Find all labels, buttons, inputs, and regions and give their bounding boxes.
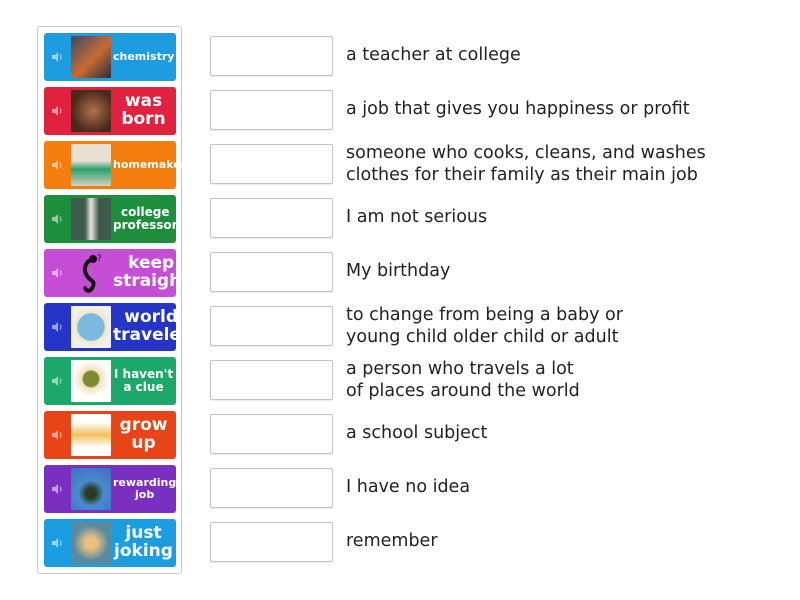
word-tile[interactable]: ? keep straight bbox=[44, 249, 189, 297]
word-tile[interactable]: grow up bbox=[44, 411, 176, 459]
drop-slot[interactable] bbox=[210, 522, 333, 562]
definition-text: remember bbox=[346, 531, 438, 551]
speaker-icon[interactable] bbox=[51, 429, 63, 441]
drop-slot[interactable] bbox=[210, 90, 333, 130]
drop-slot[interactable] bbox=[210, 144, 333, 184]
definition-text: a job that gives you happiness or profit bbox=[346, 99, 690, 119]
drop-slot[interactable] bbox=[210, 306, 333, 346]
word-tile[interactable]: I haven't a clue bbox=[44, 357, 176, 405]
definition-text: a school subject bbox=[346, 423, 488, 443]
baby-photo bbox=[71, 90, 111, 132]
tile-label: I haven't a clue bbox=[113, 367, 174, 394]
word-tile[interactable]: college professor bbox=[44, 195, 178, 243]
definition-text: a teacher at college bbox=[346, 45, 521, 65]
growth-stages-cartoon bbox=[71, 414, 111, 456]
definition-text: to change from being a baby or young chi… bbox=[346, 305, 623, 347]
tile-label: grow up bbox=[119, 415, 168, 453]
drop-slot[interactable] bbox=[210, 252, 333, 292]
speaker-icon[interactable] bbox=[51, 51, 63, 63]
speaker-icon[interactable] bbox=[51, 483, 63, 495]
definition-text: someone who cooks, cleans, and washes cl… bbox=[346, 143, 706, 185]
tile-label: just joking bbox=[114, 523, 173, 561]
globe-logo bbox=[71, 306, 111, 348]
definition-text: I am not serious bbox=[346, 207, 488, 227]
drop-slot[interactable] bbox=[210, 198, 333, 238]
drop-slot[interactable] bbox=[210, 360, 333, 400]
word-tile[interactable]: homemaker bbox=[44, 141, 186, 189]
speaker-icon[interactable] bbox=[51, 267, 63, 279]
tile-label: homemaker bbox=[113, 158, 187, 172]
tile-label: keep straight bbox=[113, 253, 190, 291]
thinking-figure-icon: ? bbox=[71, 252, 111, 294]
drop-slot[interactable] bbox=[210, 36, 333, 76]
definition-text: I have no idea bbox=[346, 477, 471, 497]
word-tile[interactable]: rewarding job bbox=[44, 465, 176, 513]
drop-slot[interactable] bbox=[210, 468, 333, 508]
speaker-icon[interactable] bbox=[51, 213, 63, 225]
tile-label: world traveler bbox=[113, 307, 190, 345]
definition-text: My birthday bbox=[346, 261, 451, 281]
word-tile[interactable]: was born bbox=[44, 87, 176, 135]
tile-label: college professor bbox=[113, 205, 178, 232]
tile-label: rewarding job bbox=[113, 476, 177, 501]
professor-photo bbox=[71, 198, 111, 240]
answer-tray: chemistry was born homemaker college profes… bbox=[37, 26, 189, 574]
woman-smiling-photo bbox=[71, 522, 111, 564]
definition-text: a person who travels a lot of places aro… bbox=[346, 359, 580, 401]
word-tile[interactable]: world traveler bbox=[44, 303, 189, 351]
chemistry-photo bbox=[71, 36, 111, 78]
speaker-icon[interactable] bbox=[51, 375, 63, 387]
money-rain-photo bbox=[71, 468, 111, 510]
word-tile[interactable]: just joking bbox=[44, 519, 176, 567]
speaker-icon[interactable] bbox=[51, 537, 63, 549]
speaker-icon[interactable] bbox=[51, 159, 63, 171]
shrugging-man-cartoon bbox=[71, 360, 111, 402]
speaker-icon[interactable] bbox=[51, 321, 63, 333]
word-tile[interactable]: chemistry bbox=[44, 33, 176, 81]
speaker-icon[interactable] bbox=[51, 105, 63, 117]
tile-label: chemistry bbox=[113, 50, 175, 64]
svg-text:?: ? bbox=[97, 254, 102, 264]
drop-slot[interactable] bbox=[210, 414, 333, 454]
homemaker-photo bbox=[71, 144, 111, 186]
tile-label: was born bbox=[121, 91, 166, 129]
